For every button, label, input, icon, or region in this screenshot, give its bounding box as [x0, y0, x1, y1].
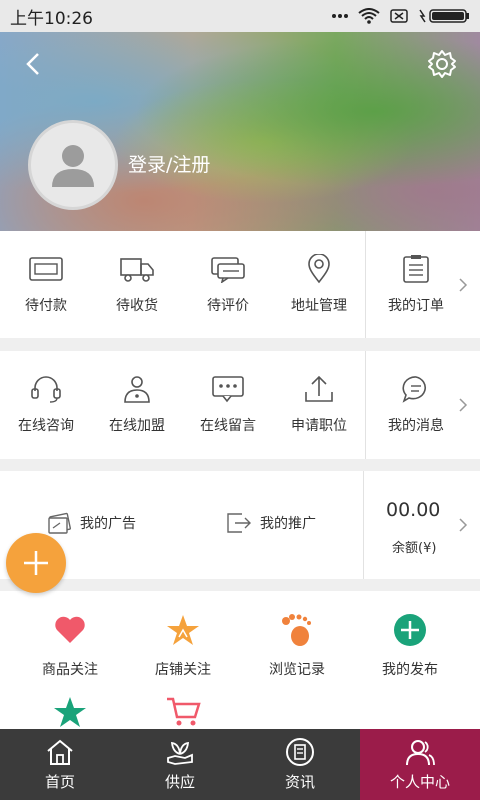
- my-promotion[interactable]: 我的推广: [226, 511, 316, 535]
- my-posts[interactable]: 我的发布: [350, 591, 470, 679]
- balance-label: 余额(¥): [392, 541, 437, 556]
- chevron-right-icon[interactable]: [458, 397, 468, 413]
- home-icon: [47, 739, 73, 765]
- online-join[interactable]: 在线加盟: [91, 351, 183, 459]
- supply-icon: [167, 741, 193, 765]
- avatar[interactable]: [28, 120, 118, 210]
- orders-label: 我的订单: [388, 298, 444, 314]
- gear-icon: [428, 50, 456, 78]
- news-icon: [286, 738, 314, 766]
- tab-news[interactable]: 资讯: [240, 729, 360, 800]
- default-user-icon: [52, 145, 94, 187]
- services-label: 在线留言: [200, 418, 256, 434]
- star-icon: [167, 615, 199, 645]
- chevron-right-icon[interactable]: [458, 517, 468, 533]
- ads-panel: 我的广告 我的推广 00.00 余额(¥): [0, 471, 480, 579]
- sim-icon: [390, 9, 408, 23]
- message-dots-icon: [212, 376, 244, 403]
- signal-dots-icon: [332, 14, 348, 18]
- tab-label: 首页: [44, 773, 75, 791]
- upload-icon: [305, 375, 333, 402]
- services-label: 在线咨询: [18, 418, 74, 434]
- my-messages[interactable]: 我的消息: [370, 351, 462, 459]
- orders-pending-payment[interactable]: 待付款: [0, 231, 92, 338]
- product-follow[interactable]: 商品关注: [10, 591, 130, 679]
- wallet-icon: [29, 257, 63, 281]
- services-panel: 在线咨询 在线加盟 在线留言 申请职位 我的消息: [0, 351, 480, 459]
- services-label: 在线加盟: [109, 418, 165, 434]
- apply-job[interactable]: 申请职位: [273, 351, 365, 459]
- share-arrow-icon: [227, 513, 251, 533]
- tab-label: 资讯: [284, 773, 315, 791]
- quick-extra-star[interactable]: [10, 695, 130, 729]
- settings-button[interactable]: [426, 48, 458, 80]
- tab-label: 供应: [164, 773, 195, 791]
- my-promotion-label: 我的推广: [260, 516, 316, 532]
- online-consult[interactable]: 在线咨询: [0, 351, 92, 459]
- ads-icon: [48, 512, 71, 534]
- divider: [365, 231, 366, 338]
- status-icons: [332, 8, 470, 24]
- quick-extra-cart[interactable]: [123, 695, 243, 727]
- footprint-icon: [282, 614, 311, 646]
- orders-label: 待收货: [116, 298, 158, 314]
- cart-icon: [167, 697, 201, 726]
- login-register-link[interactable]: 登录/注册: [128, 150, 210, 177]
- tab-label: 个人中心: [389, 773, 450, 791]
- my-orders[interactable]: 我的订单: [370, 231, 462, 338]
- tab-user-center[interactable]: 个人中心: [360, 729, 480, 800]
- wifi-icon: [358, 8, 380, 24]
- divider: [365, 351, 366, 459]
- orders-pending-receipt[interactable]: 待收货: [91, 231, 183, 338]
- user-center-icon: [406, 740, 435, 766]
- orders-panel: 待付款 待收货 待评价 地址管理 我的订单: [0, 231, 480, 338]
- headset-icon: [31, 376, 61, 403]
- orders-label: 待评价: [207, 298, 249, 314]
- store-follow[interactable]: 店铺关注: [123, 591, 243, 679]
- green-star-icon: [54, 697, 86, 727]
- quick-label: 店铺关注: [155, 662, 211, 678]
- status-time: 上午10:26: [10, 8, 93, 29]
- chat-bubble-icon: [402, 376, 426, 403]
- truck-icon: [120, 258, 154, 282]
- order-list-icon: [403, 255, 429, 283]
- services-label: 申请职位: [291, 418, 347, 434]
- quick-label: 商品关注: [42, 662, 98, 678]
- balance-amount: 00.00: [386, 499, 441, 521]
- bottom-tab-bar: 首页 供应 资讯 个人中心: [0, 729, 480, 800]
- services-label: 我的消息: [388, 418, 444, 434]
- back-button[interactable]: [18, 48, 50, 80]
- plus-icon: [24, 551, 48, 575]
- heart-icon: [55, 616, 85, 643]
- status-bar: 上午10:26: [0, 0, 480, 32]
- my-ads[interactable]: 我的广告: [46, 511, 136, 535]
- chevron-right-icon[interactable]: [458, 277, 468, 293]
- plus-circle-icon: [394, 614, 426, 646]
- my-ads-label: 我的广告: [80, 516, 136, 532]
- profile-header: 登录/注册: [0, 32, 480, 231]
- floating-add-button[interactable]: [6, 533, 66, 593]
- orders-label: 待付款: [25, 298, 67, 314]
- quick-actions-panel: 商品关注 店铺关注 浏览记录 我的发布: [0, 591, 480, 729]
- address-management[interactable]: 地址管理: [273, 231, 365, 338]
- online-message[interactable]: 在线留言: [182, 351, 274, 459]
- quick-label: 我的发布: [382, 662, 438, 678]
- tab-home[interactable]: 首页: [0, 729, 120, 800]
- location-pin-icon: [308, 254, 330, 284]
- battery-icon: [419, 9, 469, 23]
- quick-label: 浏览记录: [269, 662, 325, 678]
- chevron-left-icon: [26, 53, 39, 75]
- orders-label: 地址管理: [291, 298, 347, 314]
- comment-icon: [211, 257, 245, 283]
- divider: [363, 471, 364, 579]
- person-icon: [124, 376, 150, 403]
- browse-history[interactable]: 浏览记录: [237, 591, 357, 679]
- orders-pending-review[interactable]: 待评价: [182, 231, 274, 338]
- tab-supply[interactable]: 供应: [120, 729, 240, 800]
